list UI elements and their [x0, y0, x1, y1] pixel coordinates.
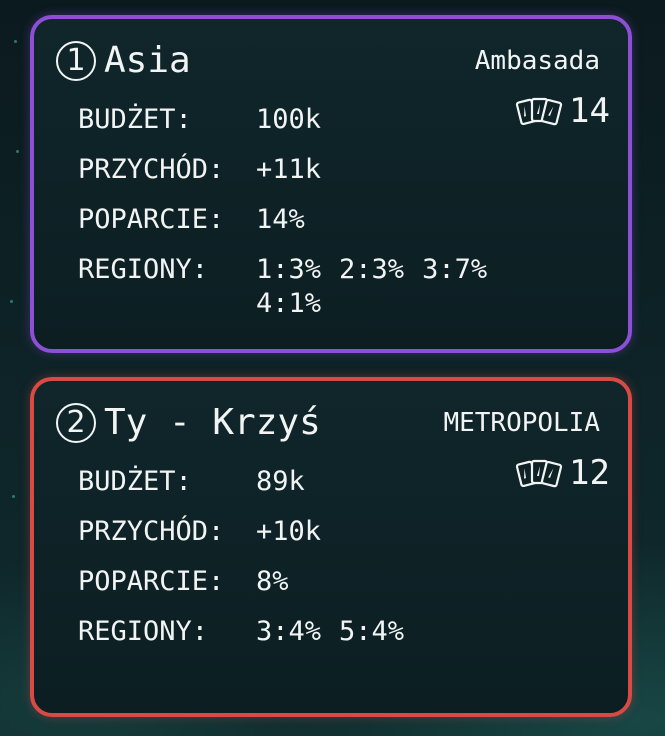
player-card-2[interactable]: 2 Ty - Krzyś METROPOLIA 12 BUDŻET: 89k P…	[30, 377, 632, 717]
stat-support: POPARCIE: 8%	[78, 565, 528, 615]
stat-label: PRZYCHÓD:	[78, 516, 225, 547]
background-star	[16, 150, 19, 153]
player-number-badge: 1	[56, 41, 96, 81]
stat-value: 89k	[256, 466, 305, 497]
card-count-value: 12	[569, 453, 610, 493]
player-building: Ambasada	[474, 46, 600, 76]
region-value: 3:4%	[256, 616, 322, 647]
stat-regions: REGIONY: 1:3% 2:3% 3:7% 4:1%	[78, 253, 528, 321]
region-value: 2:3%	[339, 254, 405, 285]
region-value: 4:1%	[256, 288, 322, 319]
background-star	[10, 300, 13, 303]
card-count: 12	[515, 453, 610, 493]
background-star	[14, 40, 17, 43]
stat-label: PRZYCHÓD:	[78, 154, 225, 185]
stat-budget: BUDŻET: 89k	[78, 465, 528, 515]
player-name: Asia	[104, 40, 191, 81]
player-stats: BUDŻET: 100k PRZYCHÓD: +11k POPARCIE: 14…	[78, 103, 528, 321]
region-value: 5:4%	[339, 616, 405, 647]
region-value: 3:7%	[422, 254, 488, 285]
player-stats: BUDŻET: 89k PRZYCHÓD: +10k POPARCIE: 8% …	[78, 465, 528, 649]
stat-support: POPARCIE: 14%	[78, 203, 528, 253]
stat-value: 100k	[256, 104, 322, 135]
stat-regions: REGIONY: 3:4% 5:4%	[78, 615, 528, 649]
background-star	[12, 495, 15, 498]
stat-income: PRZYCHÓD: +11k	[78, 153, 528, 203]
player-number-badge: 2	[56, 403, 96, 443]
stat-label: REGIONY:	[78, 254, 209, 285]
stat-value: +10k	[256, 516, 322, 547]
stat-value: +11k	[256, 154, 322, 185]
stat-label: BUDŻET:	[78, 466, 192, 497]
regions-list: 3:4% 5:4%	[256, 615, 528, 649]
stat-label: POPARCIE:	[78, 566, 225, 597]
stat-value: 8%	[256, 566, 289, 597]
stat-label: POPARCIE:	[78, 204, 225, 235]
region-value: 1:3%	[256, 254, 322, 285]
stat-income: PRZYCHÓD: +10k	[78, 515, 528, 565]
card-count-value: 14	[569, 91, 610, 131]
stat-label: BUDŻET:	[78, 104, 192, 135]
player-building: METROPOLIA	[443, 408, 600, 438]
regions-list: 1:3% 2:3% 3:7% 4:1%	[256, 253, 528, 321]
stat-value: 14%	[256, 204, 305, 235]
stat-label: REGIONY:	[78, 616, 209, 647]
stat-budget: BUDŻET: 100k	[78, 103, 528, 153]
player-card-1[interactable]: 1 Asia Ambasada 14 BUDŻET: 100k PRZYCHÓD…	[30, 15, 632, 353]
player-name: Ty - Krzyś	[104, 402, 321, 443]
card-count: 14	[515, 91, 610, 131]
